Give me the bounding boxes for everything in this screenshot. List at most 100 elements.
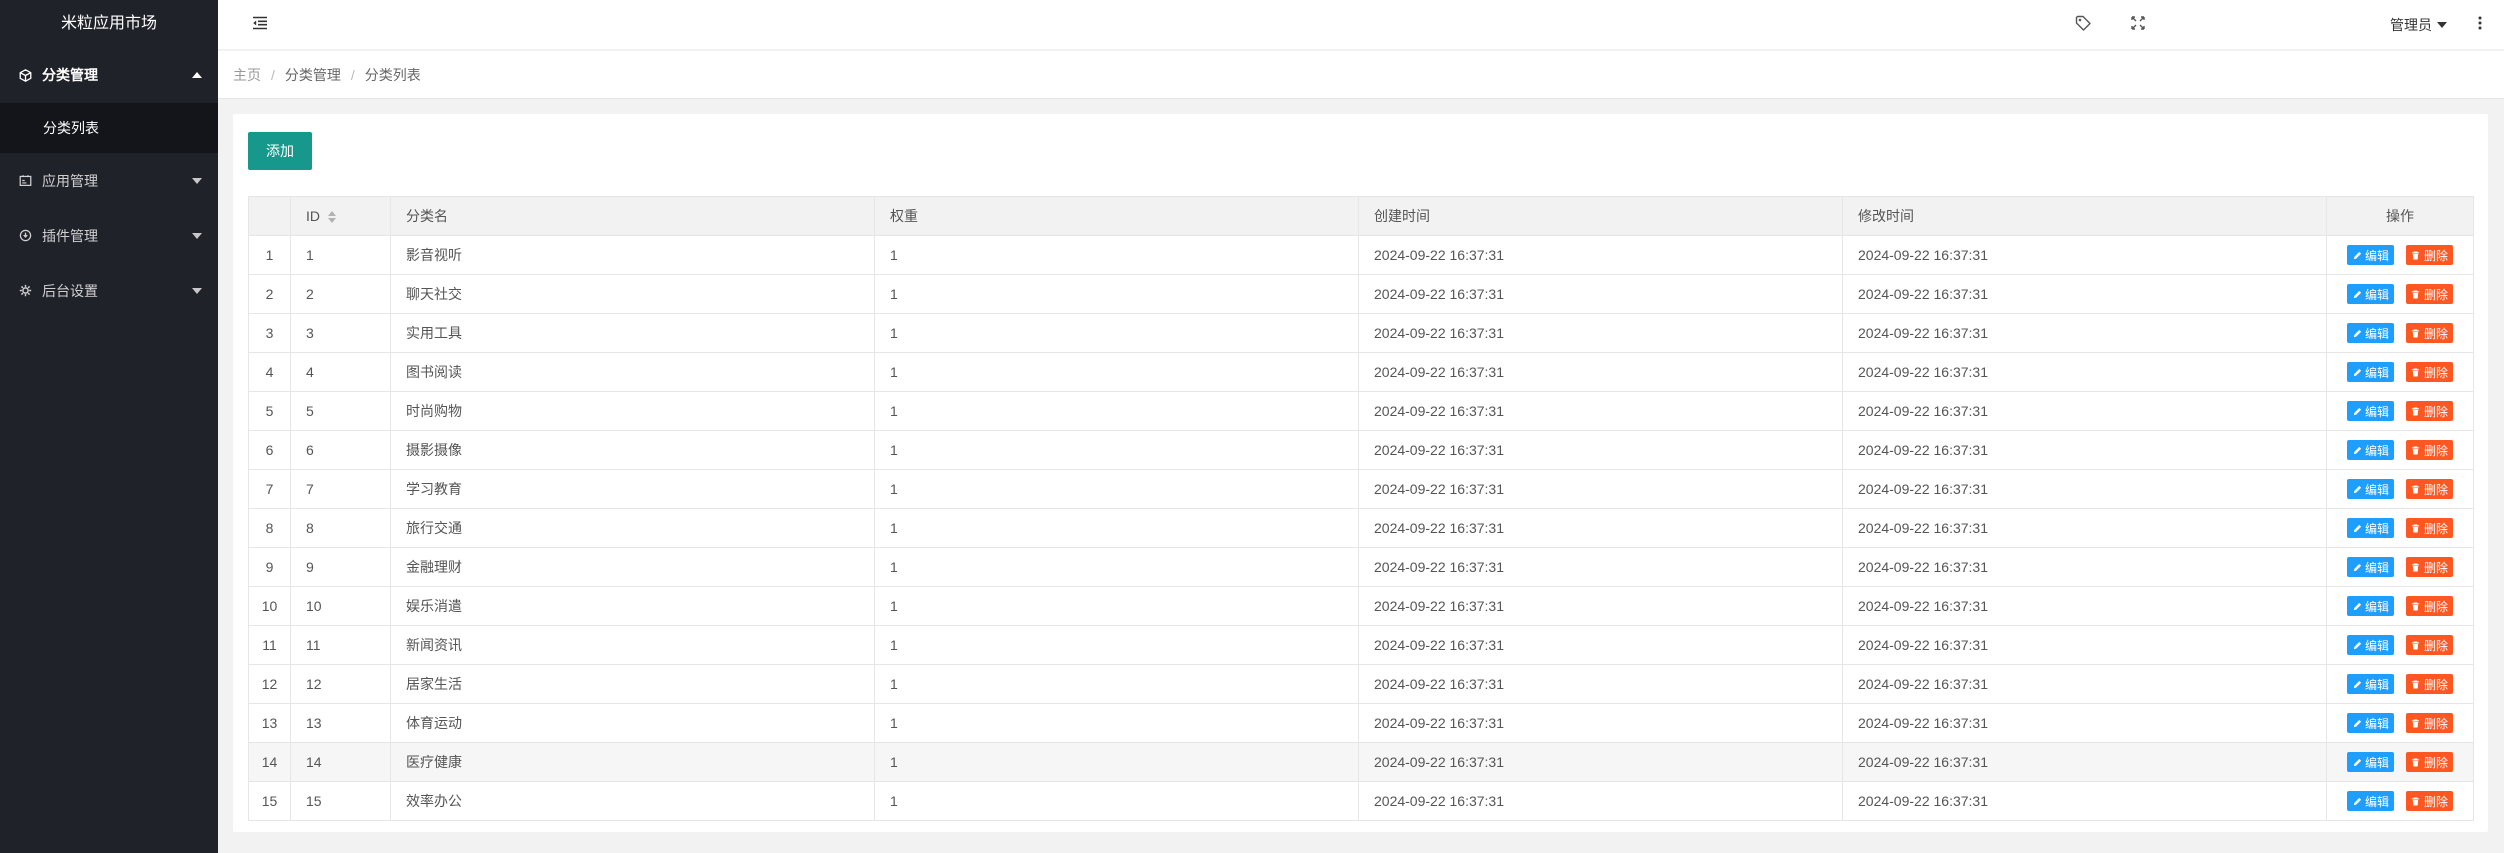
column-header-name: 分类名 bbox=[390, 196, 875, 236]
edit-button[interactable]: 编辑 bbox=[2347, 752, 2395, 772]
top-header: 管理员 bbox=[218, 0, 2504, 50]
user-menu[interactable]: 管理员 bbox=[2390, 0, 2447, 50]
sidebar-subitem-category-list[interactable]: 分类列表 bbox=[0, 103, 218, 153]
pencil-icon bbox=[2352, 406, 2362, 416]
edit-button[interactable]: 编辑 bbox=[2347, 674, 2395, 694]
column-header-actions: 操作 bbox=[2326, 196, 2474, 236]
cell-actions: 编辑 删除 bbox=[2326, 586, 2474, 626]
tag-icon bbox=[2075, 15, 2091, 36]
pencil-icon bbox=[2352, 796, 2362, 806]
gear-icon bbox=[18, 284, 32, 298]
cell-name: 影音视听 bbox=[390, 235, 875, 275]
chevron-down-icon bbox=[2437, 22, 2447, 28]
delete-button[interactable]: 删除 bbox=[2405, 401, 2453, 421]
edit-button[interactable]: 编辑 bbox=[2347, 479, 2395, 499]
tag-button[interactable] bbox=[2068, 0, 2098, 50]
delete-label: 删除 bbox=[2423, 287, 2448, 302]
delete-button[interactable]: 删除 bbox=[2405, 440, 2453, 460]
breadcrumb-home[interactable]: 主页 bbox=[233, 65, 261, 85]
trash-icon bbox=[2411, 640, 2421, 650]
cell-updated: 2024-09-22 16:37:31 bbox=[1842, 274, 2327, 314]
sidebar-item-backend-settings[interactable]: 后台设置 bbox=[0, 263, 218, 318]
edit-button[interactable]: 编辑 bbox=[2347, 791, 2395, 811]
cell-id: 13 bbox=[290, 703, 391, 743]
trash-icon bbox=[2411, 406, 2421, 416]
cell-name: 体育运动 bbox=[390, 703, 875, 743]
cell-created: 2024-09-22 16:37:31 bbox=[1358, 664, 1843, 704]
cell-created: 2024-09-22 16:37:31 bbox=[1358, 547, 1843, 587]
cell-name: 学习教育 bbox=[390, 469, 875, 509]
sort-icon[interactable] bbox=[328, 211, 336, 224]
cell-created: 2024-09-22 16:37:31 bbox=[1358, 703, 1843, 743]
user-name: 管理员 bbox=[2390, 17, 2432, 33]
delete-label: 删除 bbox=[2423, 677, 2448, 692]
sidebar-item-category-management[interactable]: 分类管理 bbox=[0, 47, 218, 103]
edit-label: 编辑 bbox=[2365, 287, 2390, 302]
add-button[interactable]: 添加 bbox=[248, 132, 312, 170]
table-row: 6 6 摄影摄像 1 2024-09-22 16:37:31 2024-09-2… bbox=[248, 430, 2474, 470]
delete-button[interactable]: 删除 bbox=[2405, 479, 2453, 499]
cell-weight: 1 bbox=[874, 664, 1359, 704]
sidebar-item-app-management[interactable]: 应用管理 bbox=[0, 153, 218, 208]
more-button[interactable] bbox=[2470, 0, 2490, 50]
delete-button[interactable]: 删除 bbox=[2405, 557, 2453, 577]
delete-button[interactable]: 删除 bbox=[2405, 713, 2453, 733]
edit-button[interactable]: 编辑 bbox=[2347, 362, 2395, 382]
edit-button[interactable]: 编辑 bbox=[2347, 401, 2395, 421]
table-body: 1 1 影音视听 1 2024-09-22 16:37:31 2024-09-2… bbox=[248, 235, 2474, 821]
delete-button[interactable]: 删除 bbox=[2405, 284, 2453, 304]
sidebar-item-label: 分类管理 bbox=[42, 67, 98, 83]
delete-button[interactable]: 删除 bbox=[2405, 635, 2453, 655]
cell-id: 11 bbox=[290, 625, 391, 665]
delete-button[interactable]: 删除 bbox=[2405, 596, 2453, 616]
edit-button[interactable]: 编辑 bbox=[2347, 596, 2395, 616]
row-index: 7 bbox=[248, 469, 291, 509]
edit-button[interactable]: 编辑 bbox=[2347, 518, 2395, 538]
menu-toggle-button[interactable] bbox=[246, 0, 274, 50]
chevron-down-icon bbox=[192, 232, 202, 239]
edit-label: 编辑 bbox=[2365, 599, 2390, 614]
delete-button[interactable]: 删除 bbox=[2405, 791, 2453, 811]
row-index: 1 bbox=[248, 235, 291, 275]
edit-button[interactable]: 编辑 bbox=[2347, 284, 2395, 304]
cell-updated: 2024-09-22 16:37:31 bbox=[1842, 352, 2327, 392]
cell-actions: 编辑 删除 bbox=[2326, 391, 2474, 431]
delete-button[interactable]: 删除 bbox=[2405, 323, 2453, 343]
breadcrumb-separator: / bbox=[271, 66, 275, 83]
cell-created: 2024-09-22 16:37:31 bbox=[1358, 742, 1843, 782]
breadcrumb: 主页 / 分类管理 / 分类列表 bbox=[218, 51, 2504, 99]
table-row: 14 14 医疗健康 1 2024-09-22 16:37:31 2024-09… bbox=[248, 742, 2474, 782]
table-row: 8 8 旅行交通 1 2024-09-22 16:37:31 2024-09-2… bbox=[248, 508, 2474, 548]
menu-toggle-icon bbox=[252, 16, 268, 35]
cell-actions: 编辑 删除 bbox=[2326, 235, 2474, 275]
cell-weight: 1 bbox=[874, 625, 1359, 665]
fullscreen-button[interactable] bbox=[2123, 0, 2153, 50]
delete-button[interactable]: 删除 bbox=[2405, 362, 2453, 382]
app-logo-title[interactable]: 米粒应用市场 bbox=[0, 0, 218, 47]
delete-button[interactable]: 删除 bbox=[2405, 245, 2453, 265]
edit-button[interactable]: 编辑 bbox=[2347, 557, 2395, 577]
delete-button[interactable]: 删除 bbox=[2405, 674, 2453, 694]
edit-label: 编辑 bbox=[2365, 677, 2390, 692]
delete-label: 删除 bbox=[2423, 599, 2448, 614]
edit-button[interactable]: 编辑 bbox=[2347, 323, 2395, 343]
cell-id: 14 bbox=[290, 742, 391, 782]
cell-name: 聊天社交 bbox=[390, 274, 875, 314]
delete-label: 删除 bbox=[2423, 248, 2448, 263]
delete-button[interactable]: 删除 bbox=[2405, 518, 2453, 538]
column-header-id[interactable]: ID bbox=[290, 196, 391, 236]
row-index: 11 bbox=[248, 625, 291, 665]
table-row: 9 9 金融理财 1 2024-09-22 16:37:31 2024-09-2… bbox=[248, 547, 2474, 587]
breadcrumb-category-management[interactable]: 分类管理 bbox=[285, 65, 341, 85]
sidebar-item-plugin-management[interactable]: 插件管理 bbox=[0, 208, 218, 263]
cell-weight: 1 bbox=[874, 781, 1359, 821]
cell-id: 6 bbox=[290, 430, 391, 470]
cell-name: 居家生活 bbox=[390, 664, 875, 704]
edit-button[interactable]: 编辑 bbox=[2347, 245, 2395, 265]
delete-button[interactable]: 删除 bbox=[2405, 752, 2453, 772]
pencil-icon bbox=[2352, 367, 2362, 377]
edit-button[interactable]: 编辑 bbox=[2347, 635, 2395, 655]
pencil-icon bbox=[2352, 289, 2362, 299]
edit-button[interactable]: 编辑 bbox=[2347, 440, 2395, 460]
edit-button[interactable]: 编辑 bbox=[2347, 713, 2395, 733]
